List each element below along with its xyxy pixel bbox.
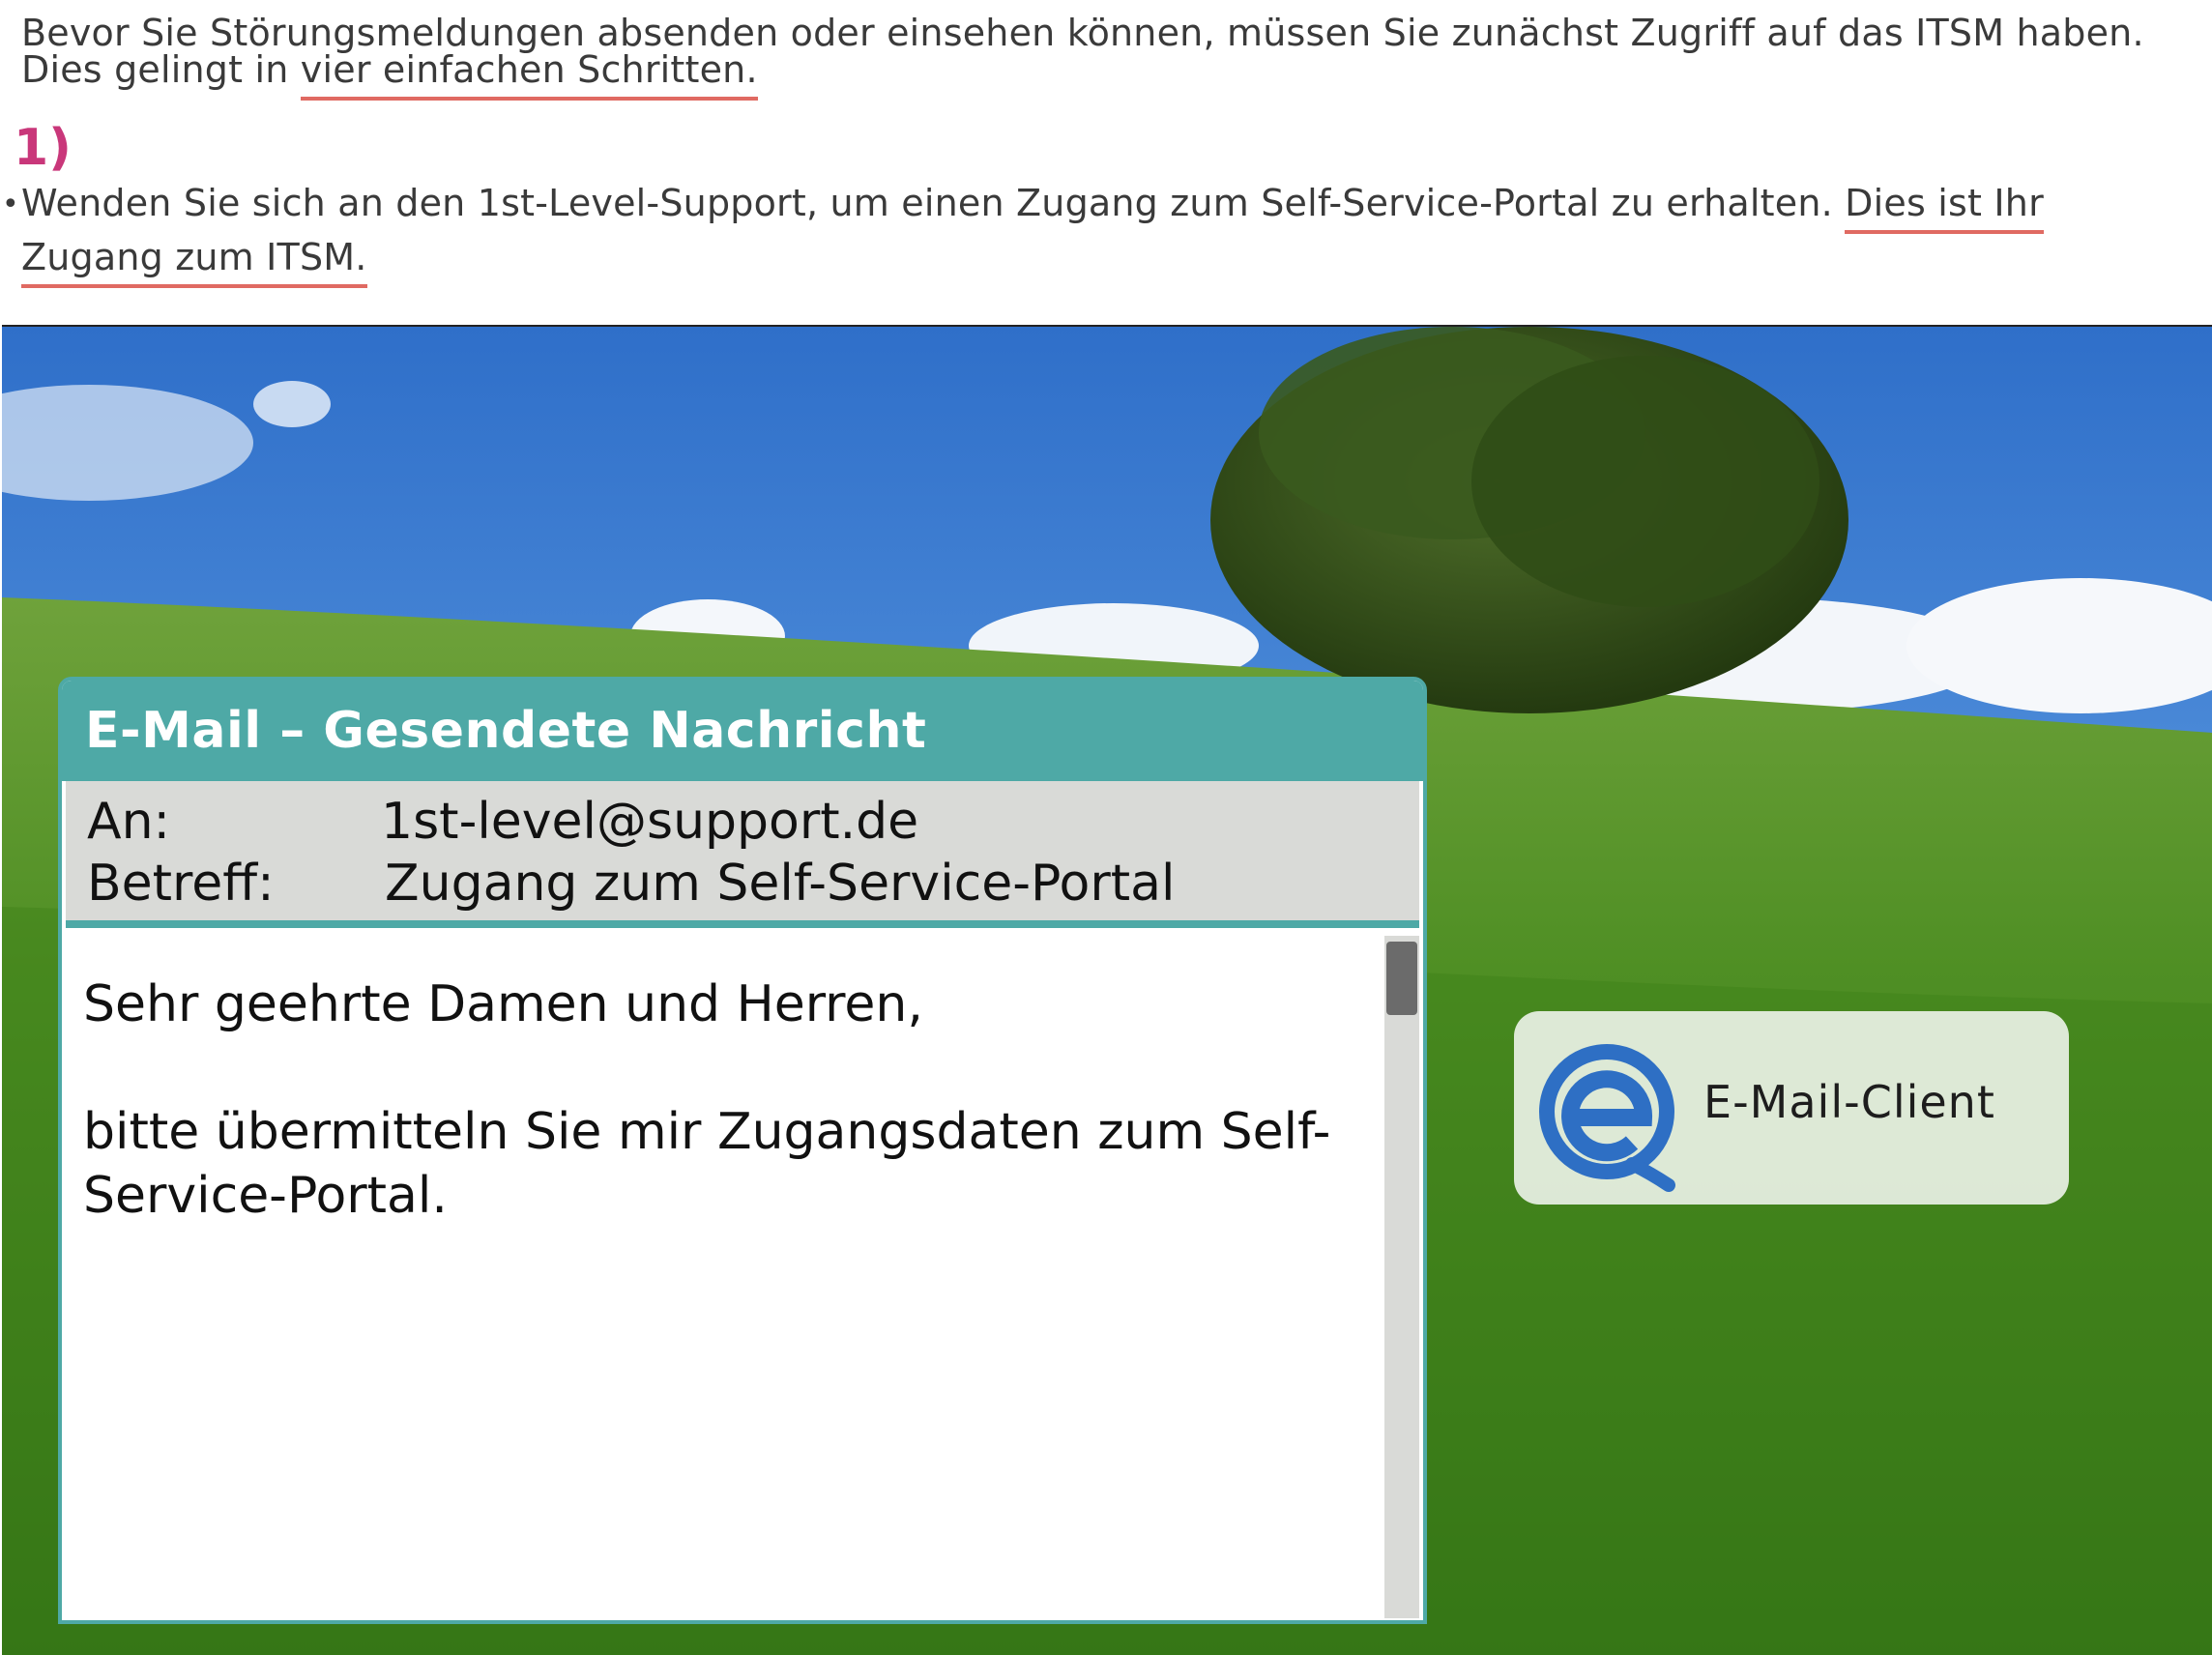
- intro-line-2-text: Dies gelingt in: [21, 48, 301, 91]
- email-body-text: Sehr geehrte Damen und Herren, bitte übe…: [83, 973, 1423, 1292]
- page: Bevor Sie Störungsmeldungen absenden ode…: [0, 0, 2212, 1655]
- to-label: An:: [87, 793, 171, 851]
- subject-value: Zugang zum Self-Service-Portal: [385, 855, 1176, 913]
- email-client-label: E-Mail-Client: [1703, 1076, 1995, 1128]
- intro-line-2: Dies gelingt in vier einfachen Schritten…: [21, 43, 758, 101]
- email-greeting: Sehr geehrte Damen und Herren,: [83, 975, 923, 1033]
- bullet-icon: •: [2, 188, 19, 221]
- email-header: An: 1st-level@support.de Betreff: Zugang…: [66, 781, 1419, 928]
- email-client-e-icon: [1539, 1044, 1675, 1192]
- email-window: E-Mail – Gesendete Nachricht An: 1st-lev…: [58, 677, 1427, 1624]
- intro-line-2-highlight: vier einfachen Schritten.: [300, 48, 758, 101]
- intro-line-4: Zugang zum ITSM.: [21, 230, 367, 288]
- scroll-thumb[interactable]: [1386, 942, 1417, 1015]
- email-body: Sehr geehrte Damen und Herren, bitte übe…: [62, 928, 1423, 1620]
- email-window-title: E-Mail – Gesendete Nachricht: [62, 681, 1423, 781]
- email-message: bitte übermitteln Sie mir Zugangsdaten z…: [83, 1103, 1331, 1225]
- instruction-panel: Bevor Sie Störungsmeldungen absenden ode…: [0, 0, 2212, 325]
- subject-label: Betreff:: [87, 855, 275, 913]
- intro-line-4-highlight: Zugang zum ITSM.: [21, 236, 367, 288]
- intro-line-3-text: Wenden Sie sich an den 1st-Level-Support…: [21, 182, 1846, 224]
- email-client-shortcut[interactable]: E-Mail-Client: [1514, 1011, 2069, 1205]
- intro-line-3: Wenden Sie sich an den 1st-Level-Support…: [21, 176, 2044, 234]
- email-scrollbar[interactable]: [1384, 936, 1419, 1618]
- to-value: 1st-level@support.de: [381, 793, 919, 851]
- intro-line-3-highlight: Dies ist Ihr: [1845, 182, 2044, 234]
- step-number: 1): [14, 119, 72, 177]
